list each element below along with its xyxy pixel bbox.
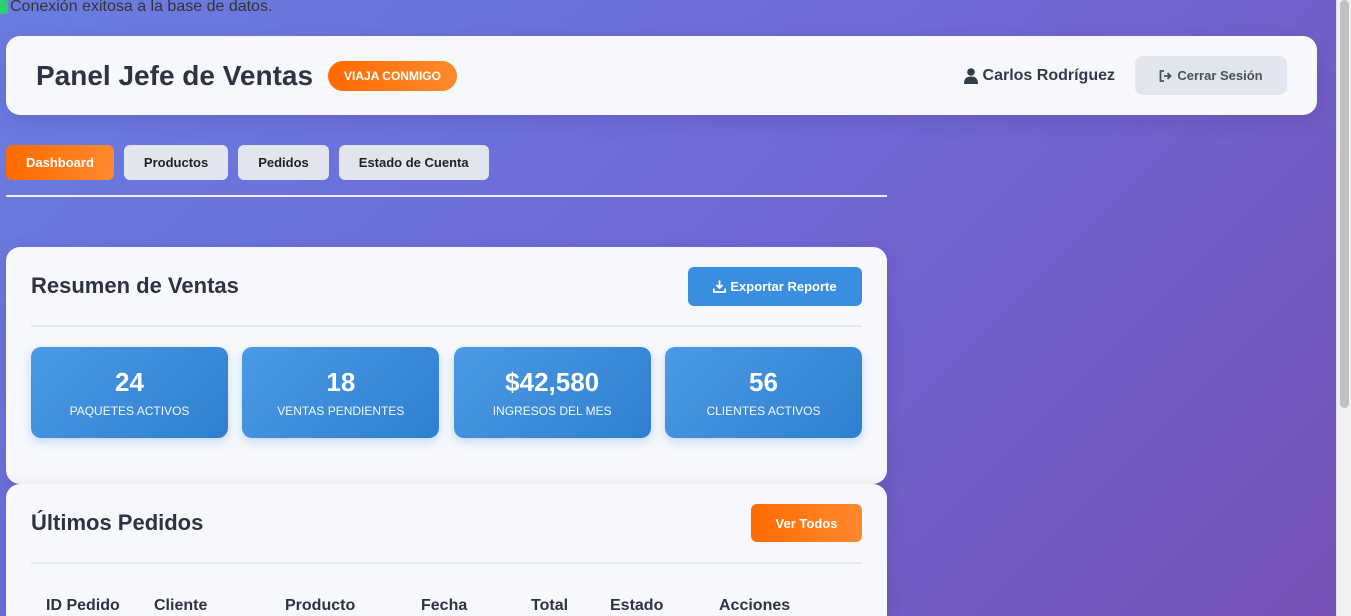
brand-badge: VIAJA CONMIGO	[328, 60, 457, 91]
tab-dashboard[interactable]: Dashboard	[6, 145, 114, 180]
stat-label: VENTAS PENDIENTES	[277, 404, 405, 418]
column-header: Producto	[285, 597, 356, 614]
header-bar: Panel Jefe de Ventas VIAJA CONMIGO Carlo…	[6, 36, 1317, 115]
stat-label: INGRESOS DEL MES	[492, 404, 612, 418]
user-icon	[963, 67, 978, 84]
tabs-divider	[6, 195, 887, 197]
summary-title: Resumen de Ventas	[31, 273, 239, 298]
tab-pedidos[interactable]: Pedidos	[238, 145, 329, 180]
success-indicator-icon	[0, 0, 8, 14]
summary-header: Resumen de Ventas Exportar Reporte	[31, 247, 862, 327]
stat-card-monthly-income: $42,580 INGRESOS DEL MES	[453, 347, 651, 438]
orders-table: ID Pedido Cliente Producto Fecha Total E…	[31, 594, 862, 616]
stat-card-pending-sales: 18 VENTAS PENDIENTES	[242, 347, 440, 438]
stat-value: 18	[326, 367, 356, 397]
view-all-button[interactable]: Ver Todos	[751, 504, 862, 542]
stats-grid: 24 PAQUETES ACTIVOS 18 VENTAS PENDIENTES…	[31, 347, 862, 438]
orders-title: Últimos Pedidos	[31, 510, 204, 535]
db-connection-message: Conexión exitosa a la base de datos.	[0, 0, 272, 17]
column-header: ID Pedido	[46, 597, 120, 614]
orders-header: Últimos Pedidos Ver Todos	[31, 484, 862, 564]
table-header-row: ID Pedido Cliente Producto Fecha Total E…	[31, 594, 862, 616]
scrollbar-thumb[interactable]	[1340, 0, 1349, 408]
user-area: Carlos Rodríguez Cerrar Sesión	[963, 56, 1287, 95]
tab-estado-de-cuenta[interactable]: Estado de Cuenta	[338, 145, 489, 180]
stat-value: 56	[749, 367, 778, 397]
stat-label: CLIENTES ACTIVOS	[706, 404, 821, 418]
stat-value: $42,580	[505, 367, 600, 397]
column-header: Acciones	[719, 597, 791, 614]
nav-tabs: Dashboard Productos Pedidos Estado de Cu…	[6, 145, 499, 180]
stat-card-active-packages: 24 PAQUETES ACTIVOS	[31, 347, 228, 438]
stat-label: PAQUETES ACTIVOS	[69, 404, 190, 418]
column-header: Total	[531, 597, 569, 614]
db-message-text: Conexión exitosa a la base de datos.	[10, 0, 273, 15]
vertical-scrollbar[interactable]	[1336, 0, 1351, 616]
column-header: Cliente	[154, 597, 208, 614]
column-header: Fecha	[421, 597, 468, 614]
recent-orders-card: Últimos Pedidos Ver Todos ID Pedido Clie…	[6, 484, 887, 616]
column-header: Estado	[610, 597, 664, 614]
export-label: Exportar Reporte	[730, 278, 837, 294]
page-title: Panel Jefe de Ventas	[36, 59, 314, 91]
stat-card-active-clients: 56 CLIENTES ACTIVOS	[664, 347, 862, 438]
user-info: Carlos Rodríguez	[963, 66, 1115, 85]
user-name: Carlos Rodríguez	[982, 66, 1115, 84]
logout-button[interactable]: Cerrar Sesión	[1135, 56, 1287, 95]
logout-label: Cerrar Sesión	[1177, 68, 1263, 83]
sales-summary-card: Resumen de Ventas Exportar Reporte 24 PA…	[6, 247, 887, 484]
stat-value: 24	[115, 367, 144, 397]
sign-out-icon	[1159, 69, 1173, 82]
download-icon	[713, 280, 727, 293]
export-report-button[interactable]: Exportar Reporte	[688, 266, 862, 306]
tab-productos[interactable]: Productos	[123, 145, 229, 180]
